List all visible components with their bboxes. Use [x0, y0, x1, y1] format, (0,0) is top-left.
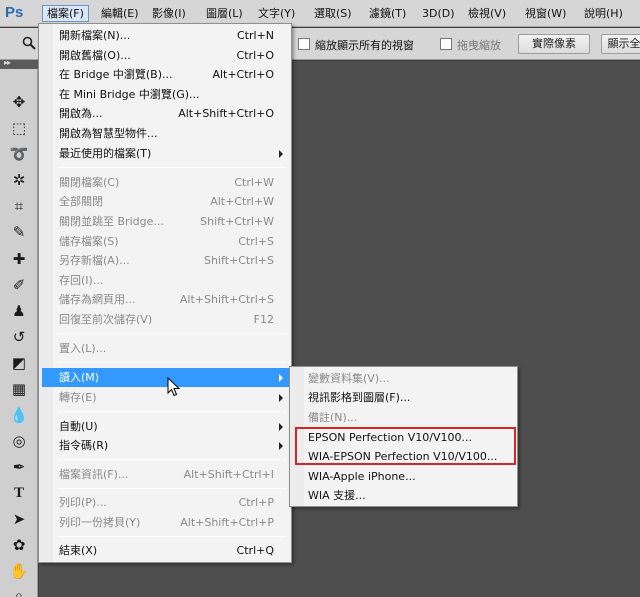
submenu-arrow-icon [279, 374, 283, 382]
eraser-tool-icon[interactable]: ◩ [9, 353, 29, 373]
menu-item-open[interactable]: 開啟舊檔(O)... Ctrl+O [42, 46, 289, 65]
pen-tool-icon[interactable]: ✒ [9, 457, 29, 477]
menu-separator [58, 536, 286, 537]
submenu-arrow-icon [279, 394, 283, 402]
menu-item-open-smart-object[interactable]: 開啟為智慧型物件... [42, 124, 289, 143]
submenu-arrow-icon [279, 150, 283, 158]
healing-brush-tool-icon[interactable]: ✚ [9, 249, 29, 269]
menu-separator [58, 411, 286, 412]
menu-type[interactable]: 文字(Y) [254, 5, 299, 22]
tools-panel: ▸▸ ✥ ⬚ ➰ ✲ ⌗ ✎ ✚ ✐ ♟ ↺ ◩ ▦ 💧 ◎ ✒ T ➤ ✿ ✋… [0, 58, 38, 597]
zoom-tool-icon[interactable] [22, 36, 36, 50]
highlight-annotation-box [295, 427, 516, 465]
menu-item-print-one-copy[interactable]: 列印一份拷貝(Y) Alt+Shift+Ctrl+P [42, 513, 289, 532]
menu-separator [58, 362, 286, 363]
history-brush-tool-icon[interactable]: ↺ [9, 327, 29, 347]
clone-stamp-tool-icon[interactable]: ♟ [9, 301, 29, 321]
photoshop-logo: Ps [5, 4, 24, 21]
menu-item-exit[interactable]: 結束(X) Ctrl+Q [42, 541, 289, 560]
submenu-item-variable-data-sets[interactable]: 變數資料集(V)... [293, 369, 515, 388]
shape-tool-icon[interactable]: ✿ [9, 535, 29, 555]
menu-item-scripts[interactable]: 指令碼(R) [42, 436, 289, 455]
menu-item-place[interactable]: 置入(L)... [42, 339, 289, 358]
menu-item-revert[interactable]: 回復至前次儲存(V) F12 [42, 310, 289, 329]
menu-help[interactable]: 說明(H) [580, 5, 627, 22]
menu-item-open-recent[interactable]: 最近使用的檔案(T) [42, 144, 289, 163]
menu-image[interactable]: 影像(I) [148, 5, 190, 22]
scrubby-zoom-checkbox[interactable] [440, 38, 452, 50]
blur-tool-icon[interactable]: 💧 [9, 405, 29, 425]
tools-panel-grip[interactable]: ▸▸ [0, 58, 38, 69]
menu-filter[interactable]: 濾鏡(T) [365, 5, 410, 22]
brush-tool-icon[interactable]: ✐ [9, 275, 29, 295]
path-selection-tool-icon[interactable]: ➤ [9, 509, 29, 529]
menu-item-automate[interactable]: 自動(U) [42, 417, 289, 436]
submenu-item-wia-apple-iphone[interactable]: WIA-Apple iPhone... [293, 467, 515, 486]
menu-item-close[interactable]: 關閉檔案(C) Ctrl+W [42, 173, 289, 192]
marquee-tool-icon[interactable]: ⬚ [9, 118, 29, 138]
menu-item-check-in[interactable]: 存回(I)... [42, 271, 289, 290]
zoom-tool-panel-icon[interactable]: ⌕ [9, 585, 29, 597]
menu-file[interactable]: 檔案(F) [42, 5, 89, 22]
menu-separator [58, 167, 286, 168]
menu-item-file-info[interactable]: 檔案資訊(F)... Alt+Shift+Ctrl+I [42, 465, 289, 484]
type-tool-icon[interactable]: T [9, 483, 29, 503]
submenu-item-wia-support[interactable]: WIA 支援... [293, 486, 515, 505]
magic-wand-tool-icon[interactable]: ✲ [9, 170, 29, 190]
menu-item-export[interactable]: 轉存(E) [42, 388, 289, 407]
menu-item-import[interactable]: 讀入(M) [42, 368, 289, 387]
move-tool-icon[interactable]: ✥ [9, 92, 29, 112]
menu-layer[interactable]: 圖層(L) [202, 5, 247, 22]
submenu-item-video-frames-to-layers[interactable]: 視訊影格到圖層(F)... [293, 388, 515, 407]
zoom-all-windows-label: 縮放顯示所有的視窗 [315, 39, 414, 52]
menu-separator [58, 459, 286, 460]
lasso-tool-icon[interactable]: ➰ [9, 144, 29, 164]
menu-edit[interactable]: 編輯(E) [97, 5, 143, 22]
submenu-item-notes[interactable]: 備註(N)... [293, 408, 515, 427]
gradient-tool-icon[interactable]: ▦ [9, 379, 29, 399]
menu-item-new[interactable]: 開新檔案(N)... Ctrl+N [42, 26, 289, 45]
menu-item-open-as[interactable]: 開啟為... Alt+Shift+Ctrl+O [42, 104, 289, 123]
menu-view[interactable]: 檢視(V) [464, 5, 510, 22]
fit-screen-button[interactable]: 顯示全 [601, 34, 640, 54]
menu-3d[interactable]: 3D(D) [418, 5, 459, 22]
collapse-arrows-icon: ▸▸ [4, 58, 11, 67]
menu-select[interactable]: 選取(S) [310, 5, 356, 22]
hand-tool-icon[interactable]: ✋ [9, 561, 29, 581]
menu-item-save[interactable]: 儲存檔案(S) Ctrl+S [42, 232, 289, 251]
menu-item-save-as[interactable]: 另存新檔(A)... Shift+Ctrl+S [42, 251, 289, 270]
file-menu-dropdown: 開新檔案(N)... Ctrl+N 開啟舊檔(O)... Ctrl+O 在 Brid… [38, 23, 292, 563]
menu-item-print[interactable]: 列印(P)... Ctrl+P [42, 493, 289, 512]
menu-item-browse-bridge[interactable]: 在 Bridge 中瀏覽(B)... Alt+Ctrl+O [42, 65, 289, 84]
dodge-tool-icon[interactable]: ◎ [9, 431, 29, 451]
menu-item-browse-mini-bridge[interactable]: 在 Mini Bridge 中瀏覽(G)... [42, 85, 289, 104]
menu-item-close-all[interactable]: 全部關閉 Alt+Ctrl+W [42, 192, 289, 211]
submenu-arrow-icon [279, 442, 283, 450]
menu-item-save-for-web[interactable]: 儲存為網頁用... Alt+Shift+Ctrl+S [42, 290, 289, 309]
crop-tool-icon[interactable]: ⌗ [9, 196, 29, 216]
menu-separator [58, 488, 286, 489]
submenu-arrow-icon [279, 423, 283, 431]
menu-separator [58, 333, 286, 334]
zoom-all-windows-checkbox[interactable] [298, 38, 310, 50]
menu-window[interactable]: 視窗(W) [521, 5, 570, 22]
actual-pixels-button[interactable]: 實際像素 [518, 34, 590, 54]
scrubby-zoom-label: 拖曳縮放 [457, 39, 501, 52]
menu-item-close-go-bridge[interactable]: 關閉並跳至 Bridge... Shift+Ctrl+W [42, 212, 289, 231]
eyedropper-tool-icon[interactable]: ✎ [9, 222, 29, 242]
mouse-cursor-icon [167, 377, 181, 397]
